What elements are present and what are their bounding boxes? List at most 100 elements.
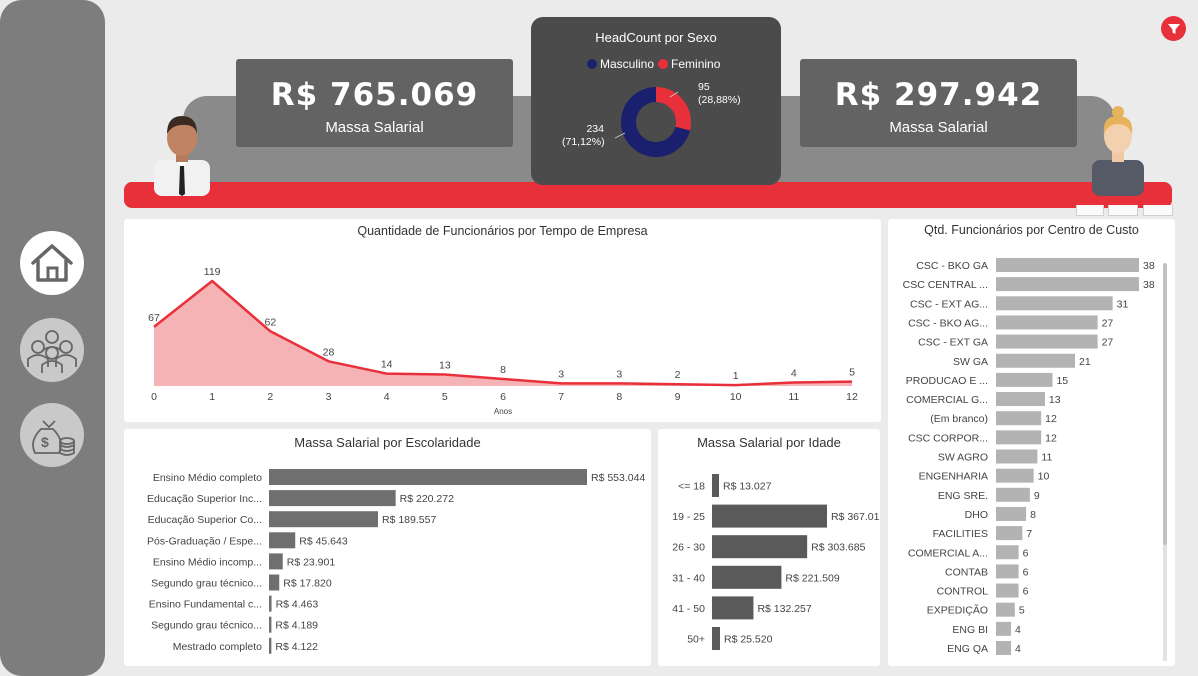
value-label: R$ 4.463	[276, 599, 319, 611]
escolaridade-bar-chart: Ensino Médio completo R$ 553.044 Educação …	[147, 469, 645, 654]
bar[interactable]	[996, 372, 1053, 387]
bar[interactable]	[996, 296, 1113, 311]
bar[interactable]	[996, 583, 1019, 598]
data-label: 3	[616, 368, 622, 380]
bar[interactable]	[996, 487, 1030, 502]
bar[interactable]	[269, 637, 272, 654]
data-point[interactable]	[384, 371, 390, 377]
bar[interactable]	[996, 602, 1015, 617]
category-label: ENGENHARIA	[919, 471, 988, 483]
category-label: CSC - BKO AG...	[908, 317, 988, 329]
data-label: 62	[264, 316, 276, 328]
bar[interactable]	[996, 526, 1023, 541]
value-label: 15	[1056, 375, 1068, 387]
nav-home-button[interactable]	[20, 231, 84, 295]
value-label: R$ 553.044	[591, 472, 645, 484]
value-label: 38	[1143, 260, 1155, 272]
value-label: 21	[1079, 356, 1091, 368]
category-label: Segundo grau técnico...	[151, 620, 262, 632]
bar[interactable]	[996, 392, 1045, 407]
data-point[interactable]	[267, 328, 273, 334]
bar[interactable]	[269, 553, 283, 570]
bar[interactable]	[996, 468, 1034, 483]
bar[interactable]	[269, 490, 396, 507]
category-label: Ensino Fundamental c...	[149, 599, 262, 611]
bar[interactable]	[996, 430, 1042, 445]
female-avatar-icon	[1092, 106, 1144, 196]
data-point[interactable]	[558, 380, 564, 386]
bar[interactable]	[712, 565, 782, 589]
value-label: R$ 23.901	[287, 556, 336, 568]
x-tick-label: 0	[151, 391, 157, 403]
x-tick-label: 5	[442, 391, 448, 403]
bar[interactable]	[712, 627, 720, 650]
data-point[interactable]	[675, 381, 681, 387]
category-label: Ensino Médio incomp...	[153, 556, 262, 568]
bar[interactable]	[996, 506, 1027, 521]
bar[interactable]	[996, 277, 1139, 292]
x-axis-label: Anos	[494, 407, 512, 416]
nav-money-button[interactable]: $	[20, 403, 84, 467]
bar[interactable]	[269, 511, 378, 528]
value-label: R$ 220.272	[400, 493, 454, 505]
bar[interactable]	[269, 532, 296, 549]
bar[interactable]	[996, 621, 1012, 636]
visual-pin-icon[interactable]	[1076, 205, 1104, 216]
bar[interactable]	[712, 504, 827, 528]
visual-more-icon[interactable]	[1143, 205, 1173, 216]
visual-focus-icon[interactable]	[1108, 205, 1138, 216]
x-tick-label: 6	[500, 391, 506, 403]
scrollbar-track[interactable]	[1163, 263, 1167, 661]
svg-text:$: $	[41, 434, 49, 450]
data-point[interactable]	[791, 379, 797, 385]
x-tick-label: 11	[788, 391, 799, 403]
data-point[interactable]	[326, 358, 332, 364]
data-label: 119	[204, 266, 221, 278]
bar[interactable]	[996, 564, 1019, 579]
people-icon	[27, 330, 77, 373]
data-point[interactable]	[616, 380, 622, 386]
category-label: (Em branco)	[930, 413, 988, 425]
scrollbar-thumb[interactable]	[1163, 263, 1167, 545]
bar[interactable]	[996, 315, 1098, 330]
masculino-count: 234	[586, 123, 604, 135]
bar[interactable]	[996, 258, 1139, 272]
bar[interactable]	[996, 545, 1019, 560]
bar[interactable]	[996, 449, 1038, 464]
data-point[interactable]	[442, 372, 448, 378]
category-label: ENG BI	[952, 624, 988, 636]
data-point[interactable]	[733, 382, 739, 388]
centro-custo-chart-card: Qtd. Funcionários por Centro de Custo CS…	[888, 219, 1175, 666]
home-icon	[31, 244, 73, 282]
bar[interactable]	[996, 641, 1012, 655]
x-tick-label: 8	[616, 391, 622, 403]
category-label: ENG SRE.	[938, 490, 988, 502]
x-tick-label: 1	[209, 391, 215, 403]
data-point[interactable]	[209, 278, 215, 284]
banner-red-stripe	[124, 182, 1172, 208]
bar[interactable]	[712, 474, 719, 497]
data-point[interactable]	[500, 376, 506, 382]
escolaridade-chart-card: Massa Salarial por Escolaridade Ensino M…	[124, 429, 651, 666]
clear-filters-button[interactable]	[1161, 16, 1186, 41]
bar[interactable]	[712, 535, 808, 559]
value-label: 11	[1041, 452, 1052, 464]
data-point[interactable]	[151, 324, 157, 330]
category-label: COMERCIAL G...	[906, 394, 988, 406]
bar[interactable]	[269, 616, 272, 633]
nav-people-button[interactable]	[20, 318, 84, 382]
data-point[interactable]	[849, 379, 855, 385]
category-label: Pós-Graduação / Espe...	[147, 535, 262, 547]
value-label: 10	[1038, 471, 1050, 483]
data-label: 67	[148, 312, 160, 324]
bar[interactable]	[269, 574, 280, 591]
category-label: 19 - 25	[672, 511, 705, 523]
bar[interactable]	[269, 469, 587, 485]
bar[interactable]	[712, 596, 754, 620]
bar[interactable]	[996, 353, 1076, 368]
bar[interactable]	[996, 411, 1042, 426]
bar[interactable]	[996, 334, 1098, 349]
donut-slice-feminino[interactable]	[656, 87, 691, 131]
bar[interactable]	[269, 595, 272, 612]
category-label: DHO	[965, 509, 988, 521]
